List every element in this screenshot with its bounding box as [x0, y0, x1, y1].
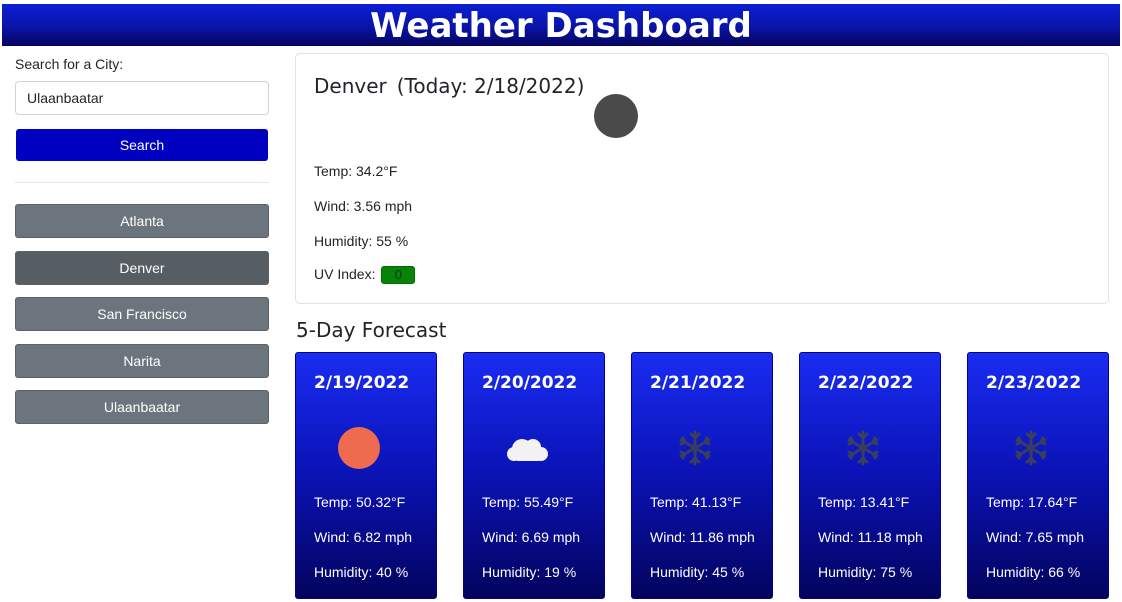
- forecast-temp: Temp: 41.13°F: [650, 494, 742, 510]
- cloud-icon: [502, 423, 552, 473]
- forecast-humidity: Humidity: 19 %: [482, 564, 577, 580]
- forecast-card: 2/22/2022 Temp: 13.41°F Wind: 11.18 mph …: [799, 352, 941, 599]
- divider: [15, 182, 269, 183]
- forecast-date: 2/23/2022: [986, 373, 1082, 393]
- forecast-temp: Temp: 13.41°F: [818, 494, 910, 510]
- forecast-heading: 5-Day Forecast: [296, 318, 447, 342]
- forecast-date: 2/21/2022: [650, 373, 746, 393]
- forecast-temp: Temp: 50.32°F: [314, 494, 406, 510]
- forecast-card: 2/21/2022 Temp: 41.13°F Wind: 11.86 mph …: [631, 352, 773, 599]
- current-humidity: Humidity: 55 %: [314, 233, 409, 249]
- forecast-date: 2/19/2022: [314, 373, 410, 393]
- sun-icon: [334, 423, 384, 473]
- history-button-ulaanbaatar[interactable]: Ulaanbaatar: [15, 390, 269, 424]
- snowflake-icon: [838, 423, 888, 473]
- forecast-temp: Temp: 17.64°F: [986, 494, 1078, 510]
- current-date: (Today: 2/18/2022): [396, 74, 585, 98]
- moon-icon: [594, 94, 638, 138]
- forecast-date: 2/20/2022: [482, 373, 578, 393]
- forecast-card: 2/20/2022 Temp: 55.49°F Wind: 6.69 mph H…: [463, 352, 605, 599]
- forecast-humidity: Humidity: 40 %: [314, 564, 409, 580]
- forecast-humidity: Humidity: 75 %: [818, 564, 913, 580]
- current-title: Denver (Today: 2/18/2022): [314, 74, 584, 98]
- page-header: Weather Dashboard: [2, 4, 1120, 46]
- uv-badge: 0: [381, 266, 416, 285]
- forecast-humidity: Humidity: 45 %: [650, 564, 745, 580]
- forecast-wind: Wind: 6.82 mph: [314, 529, 413, 545]
- current-wind: Wind: 3.56 mph: [314, 198, 413, 214]
- current-uv: UV Index: 0: [314, 266, 416, 285]
- forecast-card: 2/19/2022 Temp: 50.32°F Wind: 6.82 mph H…: [295, 352, 437, 599]
- current-temp: Temp: 34.2°F: [314, 163, 398, 179]
- search-input[interactable]: [15, 81, 269, 115]
- forecast-humidity: Humidity: 66 %: [986, 564, 1081, 580]
- forecast-temp: Temp: 55.49°F: [482, 494, 574, 510]
- search-button[interactable]: Search: [16, 129, 268, 161]
- snowflake-icon: [670, 423, 720, 473]
- forecast-card: 2/23/2022 Temp: 17.64°F Wind: 7.65 mph H…: [967, 352, 1109, 599]
- history-button-narita[interactable]: Narita: [15, 344, 269, 378]
- search-label: Search for a City:: [15, 56, 124, 72]
- page-title: Weather Dashboard: [370, 6, 752, 46]
- current-weather-card: Denver (Today: 2/18/2022) Temp: 34.2°F Wi…: [295, 53, 1109, 304]
- history-button-atlanta[interactable]: Atlanta: [15, 204, 269, 238]
- history-button-denver[interactable]: Denver: [15, 251, 269, 285]
- forecast-wind: Wind: 11.18 mph: [818, 529, 923, 545]
- current-city: Denver: [314, 74, 387, 98]
- forecast-wind: Wind: 11.86 mph: [650, 529, 755, 545]
- uv-label: UV Index:: [314, 266, 376, 282]
- history-button-san-francisco[interactable]: San Francisco: [15, 297, 269, 331]
- forecast-date: 2/22/2022: [818, 373, 914, 393]
- snowflake-icon: [1006, 423, 1056, 473]
- forecast-wind: Wind: 6.69 mph: [482, 529, 581, 545]
- forecast-wind: Wind: 7.65 mph: [986, 529, 1085, 545]
